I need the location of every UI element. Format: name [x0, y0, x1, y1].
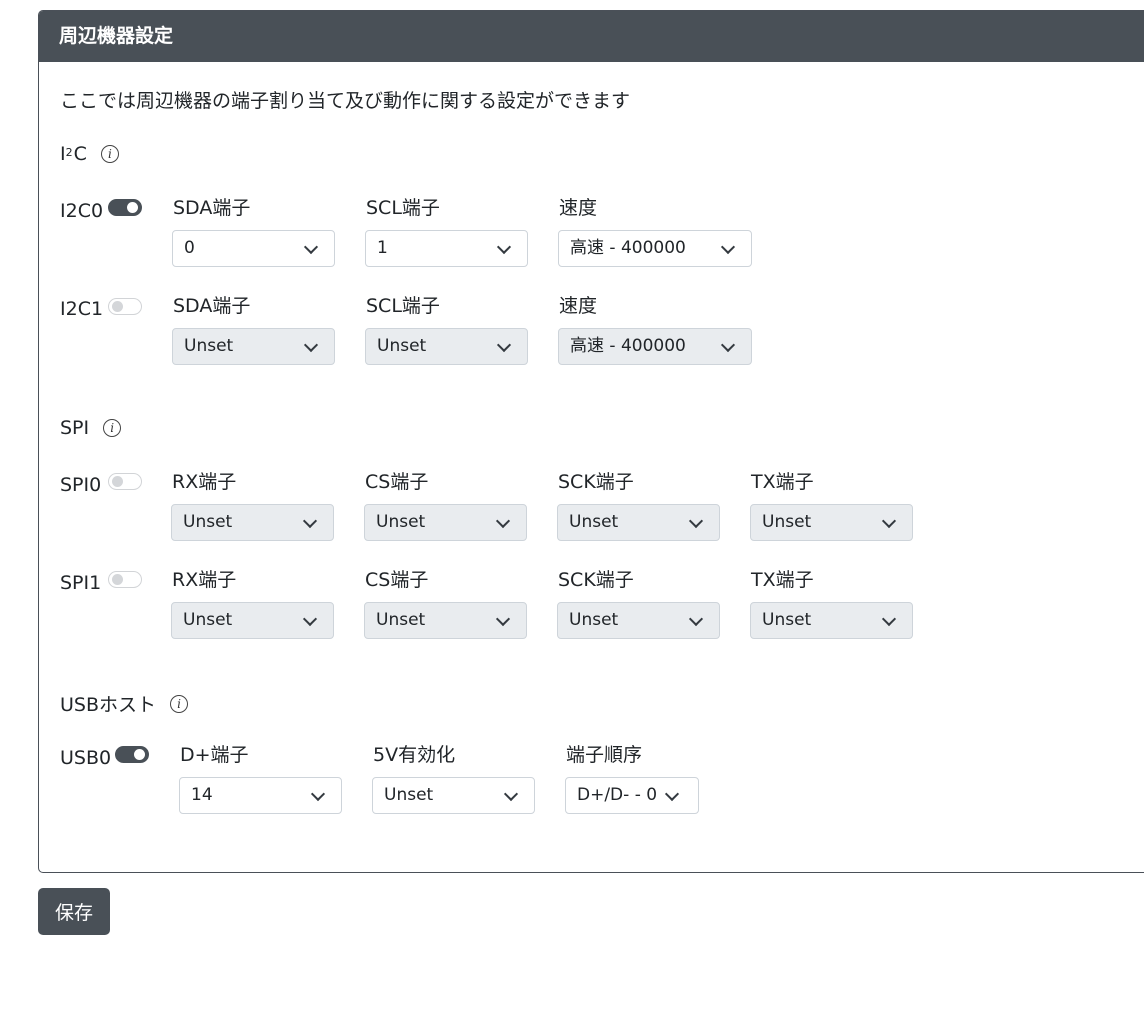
chevron-down-icon — [881, 611, 897, 627]
toggle-knob — [112, 301, 123, 312]
field-label-sck: SCK端子 — [558, 569, 634, 591]
toggle-knob — [127, 202, 138, 213]
section-title-spi-text: SPI — [60, 417, 90, 439]
chevron-down-icon — [664, 786, 680, 802]
select-value: Unset — [377, 336, 427, 356]
section-title-i2c: I2C i — [60, 143, 119, 165]
field-label-cs: CS端子 — [365, 471, 429, 493]
chevron-down-icon — [495, 611, 511, 627]
select-usb0-pin-order[interactable]: D+/D- - 0 — [565, 777, 699, 814]
select-value: Unset — [384, 785, 434, 805]
toggle-usb0[interactable] — [115, 746, 149, 763]
chevron-down-icon — [688, 513, 704, 529]
select-i2c0-scl[interactable]: 1 — [365, 230, 528, 267]
select-usb0-5v[interactable]: Unset — [372, 777, 535, 814]
toggle-knob — [112, 574, 123, 585]
field-label-sda: SDA端子 — [173, 295, 251, 317]
select-value: Unset — [183, 512, 233, 532]
toggle-spi0[interactable] — [108, 473, 142, 490]
select-value: Unset — [762, 610, 812, 630]
chevron-down-icon — [881, 513, 897, 529]
field-label-scl: SCL端子 — [366, 295, 440, 317]
select-spi0-sck[interactable]: Unset — [557, 504, 720, 541]
card-header-title: 周辺機器設定 — [39, 11, 1144, 62]
field-label-sck: SCK端子 — [558, 471, 634, 493]
chevron-down-icon — [496, 239, 512, 255]
chevron-down-icon — [496, 337, 512, 353]
select-i2c0-speed[interactable]: 高速 - 400000 — [558, 230, 752, 267]
chevron-down-icon — [302, 513, 318, 529]
select-value: D+/D- - 0 — [577, 785, 658, 805]
device-label-usb0: USB0 — [60, 747, 112, 769]
chevron-down-icon — [495, 513, 511, 529]
select-value: Unset — [569, 512, 619, 532]
toggle-knob — [134, 749, 145, 760]
select-spi1-sck[interactable]: Unset — [557, 602, 720, 639]
section-title-i2c-suffix: C — [73, 143, 87, 165]
select-i2c1-speed[interactable]: 高速 - 400000 — [558, 328, 752, 365]
peripheral-settings-card: 周辺機器設定 ここでは周辺機器の端子割り当て及び動作に関する設定ができます I2… — [38, 10, 1144, 873]
select-value: Unset — [184, 336, 234, 356]
select-value: Unset — [376, 512, 426, 532]
select-spi1-cs[interactable]: Unset — [364, 602, 527, 639]
select-i2c1-scl[interactable]: Unset — [365, 328, 528, 365]
field-label-sda: SDA端子 — [173, 197, 251, 219]
section-title-i2c-sup: 2 — [65, 145, 73, 159]
select-spi0-tx[interactable]: Unset — [750, 504, 913, 541]
select-value: 高速 - 400000 — [570, 336, 686, 356]
field-label-tx: TX端子 — [751, 569, 814, 591]
select-usb0-dplus[interactable]: 14 — [179, 777, 342, 814]
chevron-down-icon — [302, 611, 318, 627]
select-value: Unset — [569, 610, 619, 630]
toggle-i2c0[interactable] — [108, 199, 142, 216]
field-label-scl: SCL端子 — [366, 197, 440, 219]
select-i2c0-sda[interactable]: 0 — [172, 230, 335, 267]
info-icon[interactable]: i — [103, 419, 122, 437]
field-label-tx: TX端子 — [751, 471, 814, 493]
device-label-i2c1: I2C1 — [60, 298, 104, 320]
field-label-cs: CS端子 — [365, 569, 429, 591]
section-title-spi: SPI i — [60, 417, 122, 439]
chevron-down-icon — [503, 786, 519, 802]
chevron-down-icon — [310, 786, 326, 802]
field-label-rx: RX端子 — [172, 569, 237, 591]
chevron-down-icon — [688, 611, 704, 627]
panel-description: ここでは周辺機器の端子割り当て及び動作に関する設定ができます — [60, 90, 631, 112]
save-button[interactable]: 保存 — [38, 888, 110, 935]
chevron-down-icon — [303, 337, 319, 353]
device-label-spi0: SPI0 — [60, 474, 102, 496]
select-spi0-rx[interactable]: Unset — [171, 504, 334, 541]
select-spi1-rx[interactable]: Unset — [171, 602, 334, 639]
select-value: Unset — [183, 610, 233, 630]
device-label-spi1: SPI1 — [60, 572, 102, 594]
select-i2c1-sda[interactable]: Unset — [172, 328, 335, 365]
info-icon[interactable]: i — [100, 145, 119, 163]
chevron-down-icon — [720, 239, 736, 255]
info-icon[interactable]: i — [170, 694, 189, 713]
device-label-i2c0: I2C0 — [60, 200, 104, 222]
select-value: Unset — [762, 512, 812, 532]
field-label-pin-order: 端子順序 — [566, 744, 643, 766]
select-spi0-cs[interactable]: Unset — [364, 504, 527, 541]
field-label-speed: 速度 — [559, 295, 598, 317]
select-value: 14 — [191, 785, 213, 805]
select-value: 1 — [377, 238, 388, 258]
toggle-spi1[interactable] — [108, 571, 142, 588]
chevron-down-icon — [720, 337, 736, 353]
section-title-usb: USBホスト i — [60, 690, 189, 717]
field-label-dplus: D+端子 — [180, 744, 249, 766]
select-spi1-tx[interactable]: Unset — [750, 602, 913, 639]
select-value: 0 — [184, 238, 195, 258]
field-label-rx: RX端子 — [172, 471, 237, 493]
toggle-knob — [112, 476, 123, 487]
toggle-i2c1[interactable] — [108, 298, 142, 315]
select-value: Unset — [376, 610, 426, 630]
field-label-5v: 5V有効化 — [373, 744, 456, 766]
chevron-down-icon — [303, 239, 319, 255]
field-label-speed: 速度 — [559, 197, 598, 219]
section-title-usb-text: USBホスト — [60, 694, 157, 716]
select-value: 高速 - 400000 — [570, 238, 686, 258]
